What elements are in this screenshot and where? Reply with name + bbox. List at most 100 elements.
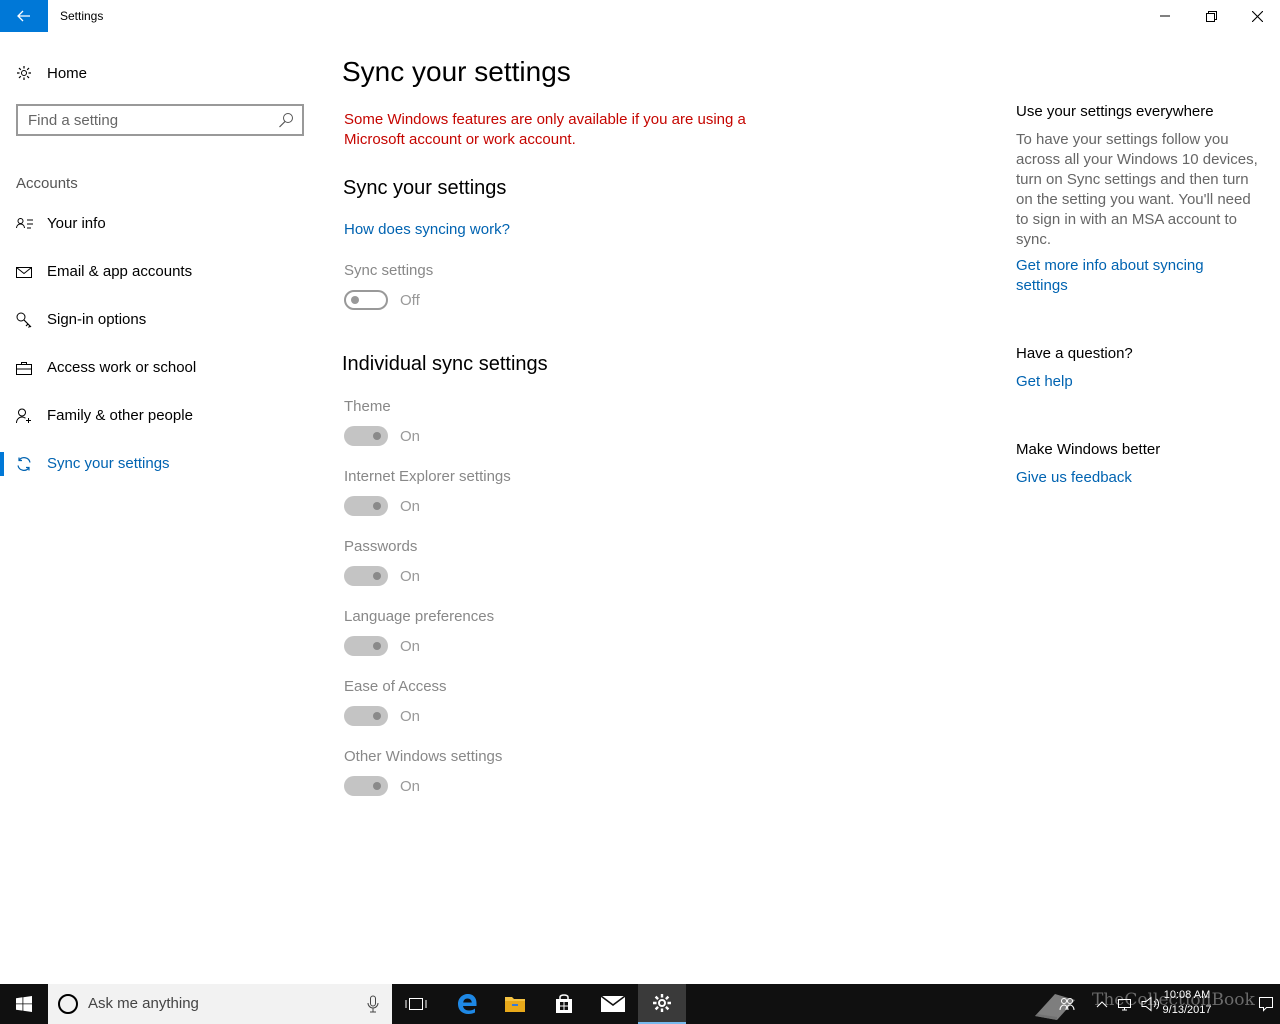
edge-icon [458, 994, 477, 1014]
toggle-knob [373, 502, 381, 510]
taskbar-clock[interactable]: 10:08 AM 9/13/2017 [1152, 988, 1222, 1018]
sidebar-item-label: Your info [47, 215, 106, 232]
contact-card-icon [16, 216, 33, 232]
other-windows-toggle[interactable] [344, 776, 388, 796]
search-input[interactable] [18, 106, 268, 134]
question-heading: Have a question? [1016, 345, 1133, 362]
chevron-up-icon [1096, 1001, 1108, 1008]
network-tray[interactable] [1116, 984, 1136, 1024]
sync-settings-label: Sync settings [344, 262, 434, 279]
search-box[interactable] [16, 104, 304, 136]
get-help-link[interactable]: Get help [1016, 372, 1073, 392]
restore-icon [1205, 10, 1217, 22]
everywhere-text: To have your settings follow you across … [1016, 131, 1258, 248]
taskbar-store[interactable] [540, 984, 588, 1024]
taskbar-file-explorer[interactable] [491, 984, 539, 1024]
taskbar-settings[interactable] [638, 984, 686, 1024]
ease-of-access-label: Ease of Access [344, 678, 447, 695]
how-syncing-works-link[interactable]: How does syncing work? [344, 221, 510, 238]
language-state: On [400, 638, 421, 655]
sync-settings-state: Off [400, 292, 420, 309]
search-icon[interactable] [278, 112, 294, 128]
better-heading: Make Windows better [1016, 441, 1161, 458]
sidebar-item-label: Access work or school [47, 359, 197, 376]
taskbar-search-text: Ask me anything [88, 995, 199, 1012]
sidebar-item-email-accounts[interactable]: Email & app accounts [0, 252, 320, 292]
ie-settings-state: On [400, 498, 421, 515]
language-toggle[interactable] [344, 636, 388, 656]
restore-button[interactable] [1188, 0, 1234, 32]
individual-sync-heading: Individual sync settings [342, 353, 548, 375]
close-button[interactable] [1234, 0, 1280, 32]
gear-icon [16, 65, 32, 81]
toggle-knob [373, 432, 381, 440]
ease-of-access-state: On [400, 708, 421, 725]
minimize-button[interactable] [1142, 0, 1188, 32]
windows-logo-icon [16, 996, 32, 1012]
toggle-knob [373, 572, 381, 580]
task-view-button[interactable] [392, 984, 440, 1024]
back-button[interactable] [0, 0, 48, 32]
ie-settings-label: Internet Explorer settings [344, 468, 511, 485]
notification-icon [1259, 997, 1273, 1012]
toggle-knob [373, 712, 381, 720]
everywhere-heading: Use your settings everywhere [1016, 103, 1214, 120]
more-info-link[interactable]: Get more info about syncing settings [1016, 256, 1256, 296]
taskbar-search[interactable]: Ask me anything [48, 984, 392, 1024]
sync-heading: Sync your settings [343, 177, 507, 199]
action-center-button[interactable] [1252, 984, 1280, 1024]
key-icon [16, 312, 32, 328]
minimize-icon [1160, 15, 1170, 17]
sync-icon [16, 456, 32, 472]
close-icon [1251, 10, 1263, 22]
window-title: Settings [60, 9, 104, 23]
people-tray[interactable] [1058, 984, 1076, 1024]
back-arrow-icon [17, 10, 30, 22]
cortana-icon [58, 994, 78, 1014]
nav-section-accounts: Accounts [16, 175, 78, 192]
title-bar: Settings [0, 0, 1280, 32]
taskbar: Ask me anything TheCollectionBook 10:08 … [0, 984, 1280, 1024]
briefcase-icon [16, 360, 32, 376]
microphone-icon[interactable] [366, 995, 380, 1013]
feedback-link[interactable]: Give us feedback [1016, 468, 1132, 488]
people-icon [1059, 998, 1075, 1011]
show-hidden-icons[interactable] [1094, 984, 1110, 1024]
sidebar-item-label: Sign-in options [47, 311, 147, 328]
sidebar-item-sign-in-options[interactable]: Sign-in options [0, 300, 320, 340]
gear-icon [653, 994, 671, 1012]
sidebar-item-sync[interactable]: Sync your settings [0, 444, 320, 484]
mail-icon [601, 996, 625, 1012]
other-windows-label: Other Windows settings [344, 748, 503, 765]
sidebar-item-label: Sync your settings [47, 455, 170, 472]
account-warning: Some Windows features are only available… [344, 111, 746, 148]
theme-toggle[interactable] [344, 426, 388, 446]
theme-label: Theme [344, 398, 391, 415]
language-label: Language preferences [344, 608, 495, 625]
sidebar-item-label: Email & app accounts [47, 263, 193, 280]
other-windows-state: On [400, 778, 421, 795]
home-nav-item[interactable]: Home [16, 60, 87, 86]
taskbar-edge[interactable] [443, 984, 491, 1024]
clock-date: 9/13/2017 [1162, 1004, 1212, 1016]
theme-state: On [400, 428, 421, 445]
person-add-icon [16, 408, 32, 424]
mail-icon [16, 264, 32, 280]
start-button[interactable] [0, 984, 48, 1024]
passwords-state: On [400, 568, 421, 585]
passwords-toggle[interactable] [344, 566, 388, 586]
toggle-knob [373, 642, 381, 650]
sidebar-item-label: Family & other people [47, 407, 193, 424]
clock-time: 10:08 AM [1163, 989, 1211, 1001]
ie-settings-toggle[interactable] [344, 496, 388, 516]
page-title: Sync your settings [342, 56, 571, 87]
ease-of-access-toggle[interactable] [344, 706, 388, 726]
toggle-knob [373, 782, 381, 790]
sidebar-item-work-school[interactable]: Access work or school [0, 348, 320, 388]
toggle-knob [351, 296, 359, 304]
taskbar-mail[interactable] [589, 984, 637, 1024]
network-icon [1118, 999, 1131, 1011]
sidebar-item-your-info[interactable]: Your info [0, 204, 320, 244]
sidebar-item-family[interactable]: Family & other people [0, 396, 320, 436]
sync-settings-toggle[interactable] [344, 290, 388, 310]
